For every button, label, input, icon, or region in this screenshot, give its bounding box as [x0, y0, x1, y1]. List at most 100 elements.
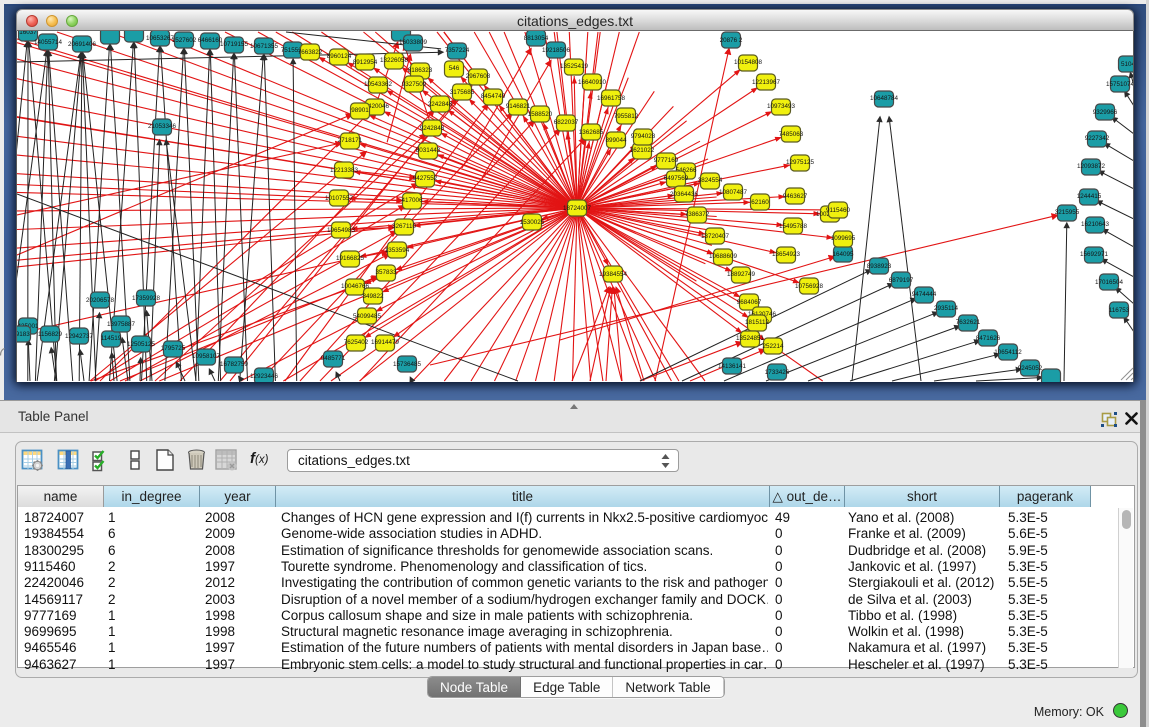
svg-text:17016504: 17016504: [1095, 279, 1124, 286]
svg-text:21053346: 21053346: [148, 123, 177, 130]
svg-text:7386372: 7386372: [685, 211, 710, 218]
svg-text:10107557: 10107557: [325, 195, 354, 202]
svg-text:98901: 98901: [351, 107, 369, 114]
svg-text:9474444: 9474444: [912, 291, 937, 298]
svg-text:13524851: 13524851: [736, 335, 765, 342]
svg-text:9146821: 9146821: [506, 103, 531, 110]
svg-text:20876 2: 20876 2: [720, 37, 743, 44]
svg-text:7632621: 7632621: [956, 319, 981, 326]
svg-text:3215955: 3215955: [1055, 209, 1080, 216]
svg-text:349822: 349822: [362, 293, 384, 300]
svg-text:39183: 39183: [17, 331, 30, 338]
svg-text:8471626: 8471626: [976, 335, 1001, 342]
svg-text:16037: 16037: [19, 31, 37, 36]
svg-text:13975887: 13975887: [107, 321, 136, 328]
svg-text:15495788: 15495788: [779, 223, 808, 230]
svg-text:2718171: 2718171: [338, 137, 363, 144]
svg-text:12975125: 12975125: [786, 159, 815, 166]
svg-text:20206578: 20206578: [86, 297, 115, 304]
svg-text:14055714: 14055714: [34, 39, 63, 46]
svg-text:9463627: 9463627: [783, 193, 808, 200]
svg-text:7625402: 7625402: [344, 339, 369, 346]
svg-text:114519: 114519: [101, 335, 122, 342]
svg-text:19218506: 19218506: [542, 47, 571, 54]
svg-text:1244415: 1244415: [1077, 193, 1102, 200]
svg-text:10654112: 10654112: [994, 349, 1022, 356]
svg-text:16033809: 16033809: [399, 39, 428, 46]
svg-text:13226058: 13226058: [380, 57, 409, 64]
svg-text:1527602: 1527602: [172, 37, 197, 44]
svg-text:252214: 252214: [762, 343, 784, 350]
svg-text:16961758: 16961758: [597, 95, 626, 102]
svg-text:10756928: 10756928: [795, 283, 824, 290]
svg-text:12505125: 12505125: [127, 341, 156, 348]
svg-text:3267110: 3267110: [392, 223, 417, 230]
svg-text:2967608: 2967608: [466, 73, 491, 80]
svg-text:13720407: 13720407: [701, 233, 730, 240]
svg-text:6822037: 6822037: [554, 119, 579, 126]
svg-text:8813054: 8813054: [524, 35, 549, 42]
svg-text:19166825: 19166825: [336, 255, 365, 262]
svg-text:15692971: 15692971: [1080, 251, 1109, 258]
svg-text:116753: 116753: [1109, 307, 1130, 314]
svg-text:1733426: 1733426: [765, 369, 790, 376]
svg-text:14136141: 14136141: [718, 363, 747, 370]
svg-text:7663822: 7663822: [298, 49, 323, 56]
svg-text:8186323: 8186323: [408, 67, 433, 74]
svg-text:1099695: 1099695: [831, 235, 856, 242]
svg-text:9329966: 9329966: [1093, 109, 1118, 116]
svg-text:164095: 164095: [832, 251, 854, 258]
svg-text:1621022: 1621022: [630, 147, 655, 154]
svg-text:10543362: 10543362: [364, 81, 393, 88]
svg-text:9242848: 9242848: [420, 125, 445, 132]
svg-text:6879197: 6879197: [889, 277, 914, 284]
svg-text:9485771: 9485771: [321, 355, 346, 362]
svg-text:9777169: 9777169: [654, 157, 679, 164]
svg-text:10648784: 10648784: [870, 95, 899, 102]
svg-text:16640910: 16640910: [578, 79, 607, 86]
svg-text:13525419: 13525419: [560, 63, 589, 70]
svg-text:8031443: 8031443: [416, 147, 441, 154]
svg-text:8454749: 8454749: [481, 93, 506, 100]
svg-text:18892749: 18892749: [727, 271, 756, 278]
svg-text:10807487: 10807487: [719, 189, 748, 196]
svg-text:1815112: 1815112: [745, 319, 770, 326]
svg-text:10973493: 10973493: [767, 103, 796, 110]
svg-text:1588520: 1588520: [528, 111, 553, 118]
svg-text:8960124: 8960124: [327, 53, 352, 60]
svg-text:546: 546: [449, 65, 460, 72]
svg-text:357833: 357833: [375, 269, 397, 276]
svg-text:16782759: 16782759: [220, 361, 249, 368]
svg-text:1795725: 1795725: [161, 345, 186, 352]
svg-text:54099485: 54099485: [353, 313, 382, 320]
svg-text:1530025: 1530025: [520, 219, 545, 226]
svg-text:10154808: 10154808: [734, 59, 763, 66]
svg-text:9327509: 9327509: [402, 81, 427, 88]
svg-text:10719155: 10719155: [220, 41, 249, 48]
svg-text:17359928: 17359928: [132, 295, 161, 302]
svg-text:15736485: 15736485: [393, 361, 422, 368]
svg-text:16914479: 16914479: [371, 339, 400, 346]
svg-text:62160: 62160: [751, 199, 769, 206]
svg-text:1362685: 1362685: [579, 129, 604, 136]
svg-text:18724007: 18724007: [563, 205, 592, 212]
svg-text:12213967: 12213967: [752, 79, 781, 86]
svg-text:9684067: 9684067: [737, 299, 762, 306]
svg-text:8912954: 8912954: [353, 59, 378, 66]
svg-text:1353594: 1353594: [385, 247, 410, 254]
svg-text:3175685: 3175685: [450, 89, 475, 96]
svg-text:9245052: 9245052: [1018, 365, 1043, 372]
svg-text:12093872: 12093872: [1077, 163, 1106, 170]
svg-text:20691406: 20691406: [68, 41, 97, 48]
svg-text:10653267: 10653267: [146, 35, 175, 42]
svg-text:2935114: 2935114: [934, 305, 959, 312]
svg-text:10671355: 10671355: [250, 43, 279, 50]
svg-text:9115460: 9115460: [826, 207, 851, 214]
svg-text:9227342: 9227342: [1085, 135, 1110, 142]
svg-text:19654983: 19654983: [327, 227, 356, 234]
svg-text:10688609: 10688609: [709, 253, 738, 260]
svg-text:7485063: 7485063: [779, 131, 804, 138]
svg-text:9427552: 9427552: [413, 175, 438, 182]
svg-text:12942737: 12942737: [65, 333, 94, 340]
svg-text:19384554: 19384554: [599, 271, 628, 278]
